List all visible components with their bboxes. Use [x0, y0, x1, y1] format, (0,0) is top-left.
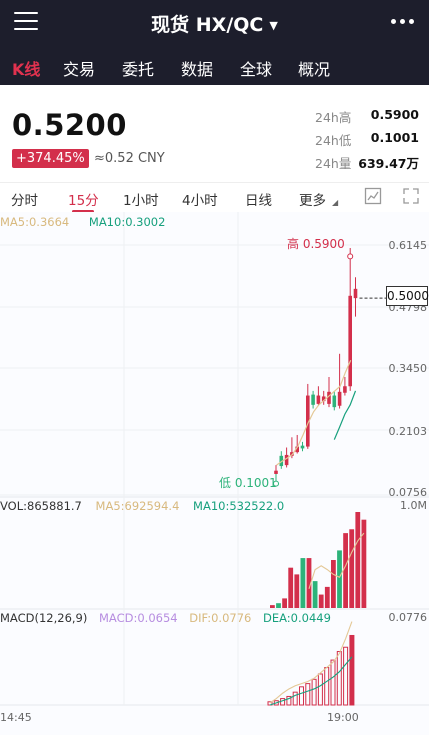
title-bar: 现货 HX/QC ▼	[0, 0, 429, 44]
tf-15min[interactable]: 15分	[68, 189, 99, 209]
current-price-tag: 0.5000	[386, 286, 429, 306]
volume-bar-13	[349, 529, 355, 608]
volume-bar-11	[337, 550, 342, 608]
candle-body-12	[337, 391, 342, 406]
volume-bar-2	[282, 598, 287, 608]
candle-body-15	[353, 288, 358, 299]
candle-body-8	[316, 395, 321, 404]
tf-time-share[interactable]: 分时	[11, 189, 38, 209]
volume-legend: VOL:865881.7 MA5:692594.4 MA10:532522.0	[0, 499, 284, 513]
macd-legend: MACD(12,26,9) MACD:0.0654 DIF:0.0776 DEA…	[0, 611, 331, 625]
nav-tabs: K线 交易 委托 数据 全球 概况	[0, 52, 429, 82]
tf-4hour[interactable]: 4小时	[182, 189, 218, 209]
vol-ma10-legend: MA10:532522.0	[193, 499, 285, 513]
high-marker-dot	[347, 253, 354, 260]
vol-ma5-legend: MA5:692594.4	[95, 499, 180, 513]
stat-volume-value: 639.47万	[358, 156, 419, 171]
candle-body-2	[284, 454, 289, 466]
vol-legend: VOL:865881.7	[0, 499, 82, 513]
more-options-icon[interactable]	[391, 19, 415, 25]
volume-bar-8	[318, 594, 324, 608]
stat-low-value: 0.1001	[370, 130, 419, 145]
chart-background	[0, 212, 429, 735]
tab-global[interactable]: 全球	[240, 56, 272, 80]
macd-axis-max: 0.0776	[388, 611, 428, 624]
tab-trade[interactable]: 交易	[63, 56, 95, 80]
kline-chart[interactable]: MA5:0.3664 MA10:0.3002 0.6145 0.4798 0.3…	[0, 212, 429, 735]
volume-bar-1	[276, 603, 281, 608]
tf-more-label: 更多	[299, 193, 326, 209]
time-label-end: 19:00	[327, 711, 359, 724]
last-price: 0.5200	[12, 108, 127, 142]
tf-1hour[interactable]: 1小时	[123, 189, 159, 209]
ma10-legend: MA10:0.3002	[88, 215, 166, 229]
volume-bar-15	[361, 519, 367, 608]
fullscreen-icon[interactable]	[402, 187, 420, 205]
volume-bar-3	[288, 567, 294, 608]
ma-legend: MA5:0.3664 MA10:0.3002	[0, 215, 165, 229]
top-bar: 现货 HX/QC ▼ K线 交易 委托 数据 全球 概况	[0, 0, 429, 85]
timeframe-bar: 分时 15分 1小时 4小时 日线 更多 ◢	[0, 182, 429, 213]
volume-axis-max: 1.0M	[400, 499, 427, 512]
ma5-legend: MA5:0.3664	[0, 215, 70, 229]
volume-bar-10	[331, 560, 336, 608]
tab-overview[interactable]: 概况	[298, 56, 330, 80]
price-axis-label-1: 0.6145	[388, 239, 428, 252]
tab-orders[interactable]: 委托	[122, 56, 154, 80]
macd-params-legend: MACD(12,26,9)	[0, 611, 88, 625]
stat-high-label: 24h高	[315, 110, 352, 125]
volume-bar-4	[294, 574, 300, 608]
candle-body-11	[332, 395, 337, 408]
price-axis-label-3: 0.3450	[388, 362, 428, 375]
macd-bar-13	[349, 634, 355, 706]
tf-more[interactable]: 更多 ◢	[299, 189, 338, 209]
stat-volume-label: 24h量	[315, 156, 352, 171]
low-price-label: 低 0.1001	[219, 476, 277, 490]
price-axis-label-4: 0.2103	[388, 425, 428, 438]
dea-legend: DEA:0.0449	[263, 611, 331, 625]
volume-bar-5	[300, 558, 306, 608]
volume-bar-9	[324, 586, 330, 608]
volume-bar-12	[343, 533, 348, 608]
volume-bar-14	[355, 512, 361, 608]
pair-title-text: 现货 HX/QC	[151, 14, 264, 36]
tab-data[interactable]: 数据	[181, 56, 213, 80]
candle-body-7	[311, 394, 315, 405]
candle-body-5	[300, 445, 305, 449]
indicator-settings-icon[interactable]	[364, 187, 382, 205]
pair-title[interactable]: 现货 HX/QC ▼	[0, 10, 429, 37]
time-label-start: 14:45	[0, 711, 32, 724]
corner-triangle-icon: ◢	[332, 198, 339, 207]
candle-body-13	[343, 386, 347, 393]
tf-daily[interactable]: 日线	[245, 189, 272, 209]
stat-high-value: 0.5900	[370, 107, 419, 122]
volume-bar-7	[312, 581, 318, 608]
price-axis-label-5: 0.0756	[388, 486, 428, 499]
caret-down-icon: ▼	[269, 19, 278, 32]
change-badge: +374.45%	[12, 149, 89, 168]
candle-body-14	[348, 295, 352, 387]
macd-value-legend: MACD:0.0654	[99, 611, 178, 625]
volume-bar-0	[270, 605, 275, 608]
high-price-label: 高 0.5900	[287, 237, 345, 251]
cny-price: ≈0.52 CNY	[94, 151, 165, 166]
dif-legend: DIF:0.0776	[189, 611, 252, 625]
tab-kline[interactable]: K线	[12, 56, 40, 80]
kline-chart-svg	[0, 212, 429, 735]
stat-low-label: 24h低	[315, 133, 352, 148]
